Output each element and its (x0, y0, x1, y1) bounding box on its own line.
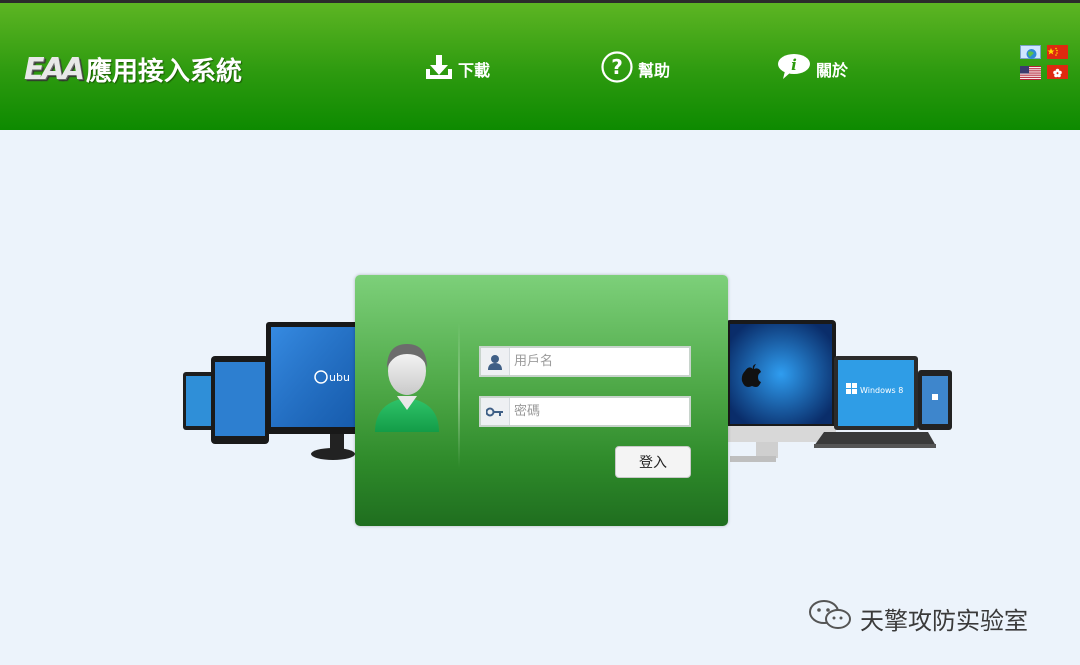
password-field[interactable] (479, 396, 691, 427)
logo[interactable]: EAA 應用接入系統 (24, 49, 242, 89)
logo-mark: EAA (24, 51, 85, 87)
flag-cn-icon[interactable] (1047, 45, 1068, 59)
nav-about-label: 關於 (816, 61, 849, 80)
flag-globe-icon[interactable] (1020, 45, 1041, 59)
devices-illustration-left: ubu (183, 318, 358, 466)
app-header: EAA 應用接入系統 下載 ? 幫助 i 關於 (0, 3, 1080, 130)
language-switcher (1020, 45, 1070, 80)
user-icon (481, 348, 510, 375)
app-title: 應用接入系統 (85, 56, 242, 87)
devices-illustration-right: Windows 8 (726, 318, 954, 466)
flag-hk-icon[interactable] (1047, 65, 1068, 79)
password-input[interactable] (510, 403, 686, 420)
wechat-icon (808, 600, 860, 636)
ubuntu-text: ubu (329, 371, 350, 384)
download-icon (424, 53, 458, 85)
nav-help-label: 幫助 (638, 61, 671, 80)
watermark-text: 天擎攻防实验室 (860, 606, 1028, 635)
svg-text:i: i (791, 56, 797, 74)
flag-us-icon[interactable] (1020, 65, 1041, 80)
login-button[interactable]: 登入 (615, 446, 691, 478)
help-icon: ? (600, 50, 638, 88)
panel-divider (458, 323, 460, 468)
username-field[interactable] (479, 346, 691, 377)
watermark: 天擎攻防实验室 (808, 600, 1028, 636)
nav-help[interactable]: ? 幫助 (600, 49, 670, 89)
key-icon (481, 398, 510, 425)
username-input[interactable] (510, 353, 686, 370)
user-avatar-icon (373, 340, 441, 434)
nav-download[interactable]: 下載 (424, 49, 490, 89)
svg-text:?: ? (611, 55, 623, 79)
nav-about[interactable]: i 關於 (776, 49, 848, 89)
info-icon: i (776, 52, 816, 86)
nav-download-label: 下載 (458, 61, 491, 80)
windows8-text: Windows 8 (860, 386, 903, 395)
